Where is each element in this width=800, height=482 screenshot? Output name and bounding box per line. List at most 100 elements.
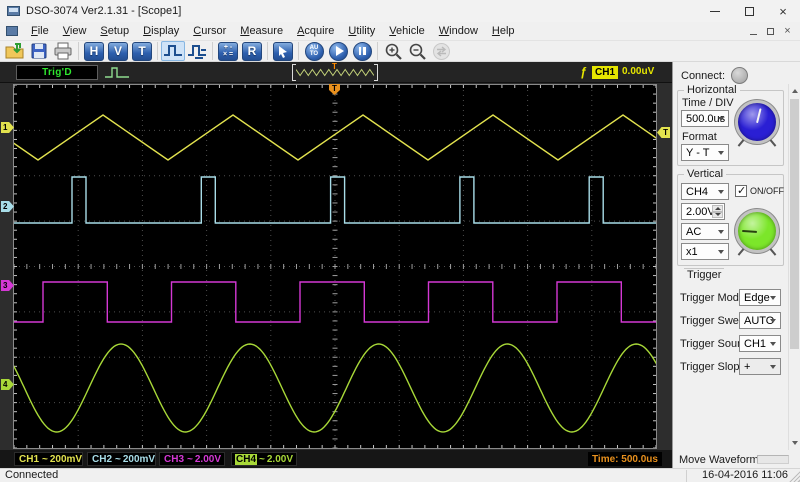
menu-item-view[interactable]: View [56,23,94,39]
move-waveform-track[interactable] [757,455,789,464]
waveform-traces [14,114,656,433]
menu-item-window[interactable]: Window [432,23,485,39]
autoset-icon: AU TO [304,41,324,61]
vertical-group: Vertical CH4 ON/OFF 2.00V AC x1 [677,168,784,266]
maximize-icon [744,6,754,16]
trigger-slope-label: Trigger Slope [680,361,746,373]
horizontal-settings-button[interactable]: H [82,41,106,61]
time-div-select[interactable]: 500.0us [681,110,729,127]
trigger-group: Trigger Trigger Mode Edge Trigger Sweep … [677,268,784,382]
transfer-button [429,41,453,61]
horizontal-group: Horizontal Time / DIV 500.0us Format Y -… [677,84,784,166]
waveform-position-preview[interactable]: T [292,62,378,81]
waveform-display[interactable] [13,84,657,449]
close-icon: × [779,3,787,19]
ch2-readout[interactable]: CH2 ~200mV [87,452,156,466]
printer-icon [54,42,72,60]
trigger-settings-button[interactable]: T [130,41,154,61]
connect-button[interactable] [731,67,749,84]
trigger-sweep-select[interactable]: AUTO [739,312,781,329]
format-select[interactable]: Y - T [681,144,729,161]
resize-grip-icon[interactable] [788,470,800,482]
trigger-status-bar: Trig'D T ƒ CH1 0.00uV [0,62,672,83]
panel-scrollbar[interactable] [788,84,800,450]
channel-select[interactable]: CH4 [681,183,729,200]
scrollbar-thumb[interactable] [790,99,799,349]
trigger-source-badge: CH1 [592,66,619,79]
mdi-close-button[interactable]: × [779,24,796,38]
mdi-minimize-button[interactable] [745,24,762,38]
vertical-settings-button[interactable]: V [106,41,130,61]
move-waveform-label: Move Waveform [679,454,759,466]
close-icon: × [784,24,791,37]
scroll-up-icon[interactable] [789,84,800,98]
timebase-readout: Time: 500.0us [588,452,662,466]
reference-letter-icon: R [242,41,262,61]
scale-spinner[interactable]: 2.00V [681,203,725,220]
trigger-mode-select[interactable]: Edge [739,289,781,306]
menu-item-measure[interactable]: Measure [233,23,290,39]
mdi-restore-button[interactable] [762,24,779,38]
math-button[interactable]: + - × = [216,41,240,61]
menu-item-acquire[interactable]: Acquire [290,23,341,39]
ch1-trace [14,114,656,161]
application-window: DSO-3074 Ver2.1.31 - [Scope1] × File Vie… [0,0,800,482]
preview-trigger-marker[interactable]: T [332,62,337,71]
minimize-button[interactable] [698,0,732,22]
pulse-icon [164,45,182,56]
reference-button[interactable]: R [240,41,264,61]
menu-item-utility[interactable]: Utility [341,23,382,39]
status-datetime: 16-04-2016 11:06 [701,469,788,481]
document-icon [6,26,18,36]
trigger-slope-select[interactable]: + [739,358,781,375]
menu-item-file[interactable]: File [24,23,56,39]
pulse-measure-icon [188,45,206,59]
vertical-group-title: Vertical [684,168,727,180]
time-div-label: Time / DIV [682,97,734,109]
toolbar-separator [298,42,299,60]
maximize-button[interactable] [732,0,766,22]
ch2-trace [14,176,656,224]
trigger-source-select[interactable]: CH1 [739,335,781,352]
spinner-down-icon[interactable] [712,211,723,218]
cursor-button[interactable] [271,41,295,61]
zoom-out-button[interactable] [405,41,429,61]
knob-pointer [756,108,762,124]
waveform-display-button[interactable] [161,41,185,61]
scroll-down-icon[interactable] [789,436,800,450]
horizontal-group-title: Horizontal [684,84,740,96]
zoom-in-icon [385,43,402,60]
autoset-button[interactable]: AU TO [302,41,326,61]
channel-onoff-checkbox[interactable] [735,184,747,197]
menu-item-display[interactable]: Display [136,23,186,39]
run-button[interactable] [326,41,350,61]
toolbar-separator [377,42,378,60]
app-icon [7,6,20,16]
toolbar-separator [267,42,268,60]
open-file-button[interactable] [3,41,27,61]
edge-trigger-icon: ƒ [580,65,587,79]
save-button[interactable] [27,41,51,61]
trigger-level-value: 0.00uV [622,66,655,77]
menu-item-cursor[interactable]: Cursor [186,23,233,39]
transfer-icon [432,42,450,60]
trigger-level-marker[interactable]: T [657,127,670,138]
coupling-select[interactable]: AC [681,223,729,240]
vertical-knob[interactable] [735,209,779,253]
horizontal-knob[interactable] [735,100,779,144]
close-button[interactable]: × [766,0,800,22]
probe-select[interactable]: x1 [681,243,729,260]
ch4-trace [14,343,656,433]
zoom-out-icon [409,43,426,60]
zoom-in-button[interactable] [381,41,405,61]
waveform-advanced-button[interactable] [185,41,209,61]
menu-item-setup[interactable]: Setup [93,23,136,39]
menu-item-help[interactable]: Help [485,23,522,39]
menu-item-vehicle[interactable]: Vehicle [382,23,431,39]
ch4-readout[interactable]: CH4 ~2.00V [231,452,297,466]
window-title: DSO-3074 Ver2.1.31 - [Scope1] [26,5,182,17]
print-button[interactable] [51,41,75,61]
ch3-readout[interactable]: CH3 ~2.00V [159,452,225,466]
pause-button[interactable] [350,41,374,61]
ch1-readout[interactable]: CH1 ~200mV [14,452,83,466]
